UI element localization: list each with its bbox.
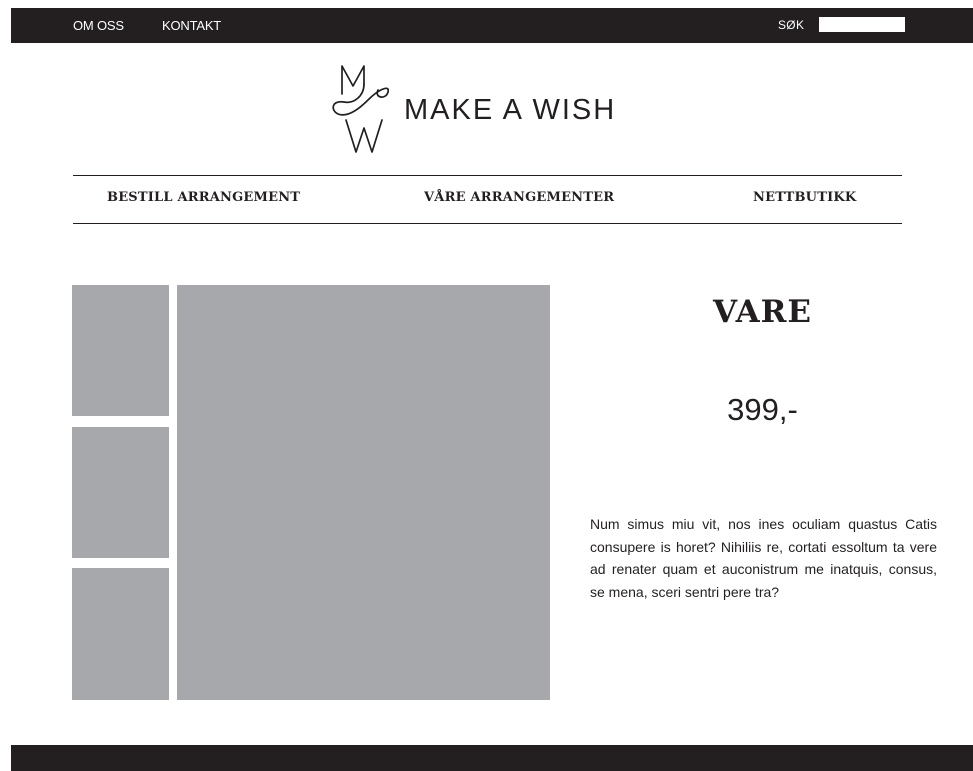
thumbnail-2[interactable] [72,427,169,558]
main-product-image [177,285,550,700]
nav-item-vare-arrangementer[interactable]: VÅRE ARRANGEMENTER [424,190,614,205]
logo-text: MAKE A WISH [404,94,617,126]
product-title: VARE [712,294,813,330]
thumbnail-3[interactable] [72,568,169,700]
nav-divider-top [73,175,902,176]
product-price: 399,- [727,392,798,427]
search-input[interactable] [819,17,905,32]
nav-divider-bottom [73,223,902,224]
product-description: Num simus miu vit, nos ines oculiam quas… [590,516,937,600]
nav-item-bestill-arrangement[interactable]: BESTILL ARRANGEMENT [107,190,300,205]
nav-link-kontakt[interactable]: KONTAKT [162,18,221,33]
nav-item-nettbutikk[interactable]: NETTBUTIKK [753,190,856,205]
footer [11,745,973,771]
top-bar: OM OSS KONTAKT SØK [11,8,973,43]
thumbnail-1[interactable] [72,285,169,416]
monogram-icon [332,65,389,153]
logo[interactable]: MAKE A WISH [326,62,646,158]
search-label: SØK [778,18,805,32]
nav-link-om-oss[interactable]: OM OSS [73,18,124,33]
